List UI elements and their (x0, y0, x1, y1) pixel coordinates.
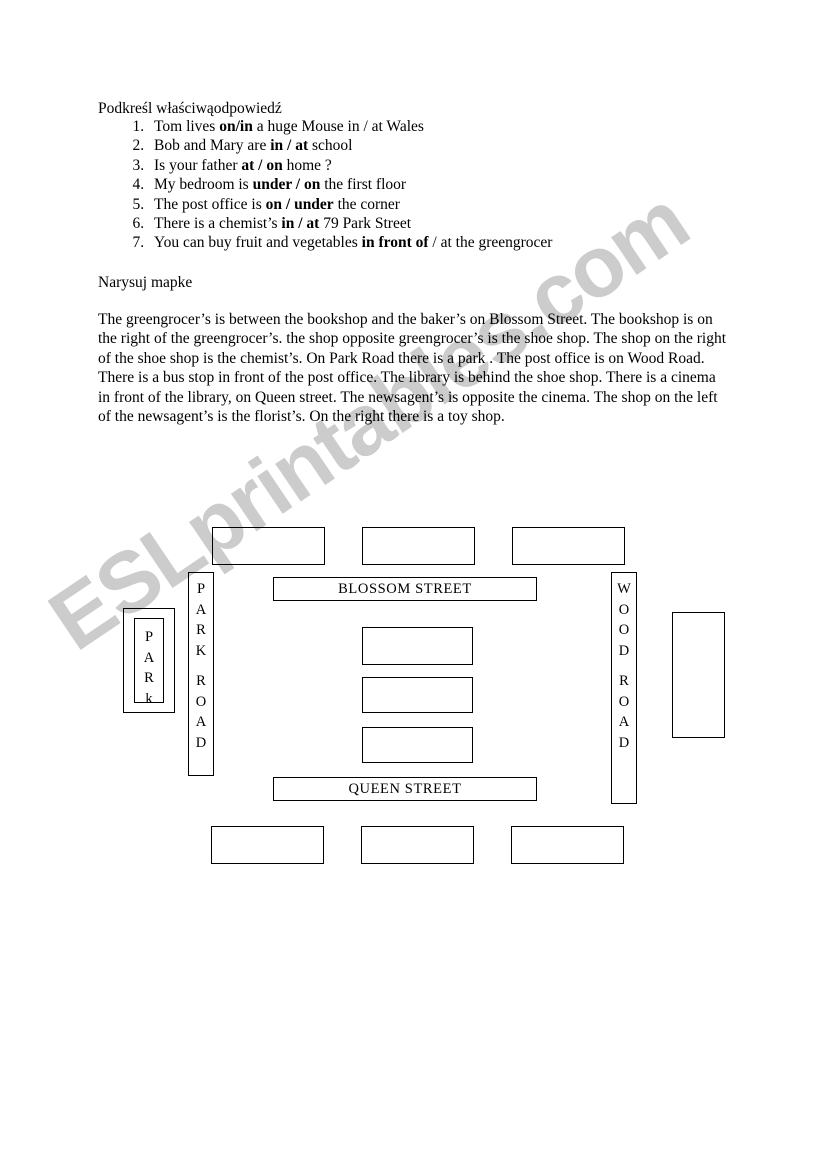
exercise-item-5: The post office is on / under the corner (148, 195, 552, 214)
exercise-text-before: There is a chemist’s (154, 215, 282, 233)
park-road-char: A (195, 714, 207, 731)
park-road-char: K (195, 642, 207, 659)
exercise-text-after: home ? (282, 156, 332, 174)
wood-road-char: O (618, 693, 630, 710)
exercise-choice-bold: in / at (270, 137, 309, 155)
wood-road-char: A (618, 714, 630, 731)
exercise-list: Tom lives on/in a huge Mouse in / at Wal… (118, 117, 552, 253)
exercise-text-before: Tom lives (154, 118, 220, 135)
exercise-text-after: a huge Mouse in / at Wales (252, 118, 424, 135)
map-blossom-street: BLOSSOM STREET (273, 577, 537, 601)
exercise-item-7: You can buy fruit and vegetables in fron… (148, 233, 552, 252)
exercise-text-after: / at the greengrocer (428, 234, 553, 252)
exercise-text-before: Bob and Mary are (154, 137, 271, 155)
wood-road-char: R (619, 673, 629, 690)
map-empty-box-middle-3[interactable] (362, 727, 473, 763)
exercise-choice-bold: in / at (281, 215, 320, 233)
exercise-text-before: Is your father (154, 156, 242, 174)
park-road-char: A (195, 601, 207, 618)
wood-road-char: O (618, 622, 630, 639)
park-label-char: k (145, 690, 153, 707)
exercise-item-3: Is your father at / on home ? (148, 156, 552, 175)
exercise-text-after: the first floor (320, 176, 407, 194)
map-description-paragraph: The greengrocer’s is between the booksho… (98, 311, 727, 426)
map-empty-box-middle-1[interactable] (362, 627, 473, 665)
exercise-text-after: school (308, 137, 353, 155)
map-empty-box-bottom-left[interactable] (211, 826, 324, 864)
map-park-road: P A R K R O A D (188, 572, 214, 776)
map-queen-street: QUEEN STREET (273, 777, 537, 801)
exercise-choice-bold: under / on (252, 176, 321, 194)
exercise-choice-bold: in front of (361, 234, 429, 252)
exercise-choice-bold: at / on (241, 156, 283, 174)
map-empty-box-top-left[interactable] (212, 527, 325, 565)
exercise-item-6: There is a chemist’s in / at 79 Park Str… (148, 214, 552, 233)
map-empty-box-top-right[interactable] (512, 527, 625, 565)
instruction-underline-correct-answer: Podkreśl właściwąodpowiedź (98, 100, 282, 117)
exercise-text-before: My bedroom is (154, 176, 253, 194)
park-road-char: P (196, 581, 206, 597)
exercise-text-before: The post office is (154, 195, 266, 213)
exercise-choice-bold: on / under (265, 195, 334, 213)
exercise-text-before: You can buy fruit and vegetables (154, 234, 362, 252)
park-road-char: R (196, 622, 206, 639)
wood-road-char: O (618, 601, 630, 618)
exercise-text-after: 79 Park Street (319, 215, 412, 233)
exercise-choice-bold: on/in (219, 118, 253, 135)
map-park-box[interactable]: P A R k (134, 618, 164, 707)
park-label-char: A (143, 649, 155, 666)
map-wood-road: W O O D R O A D (611, 572, 637, 804)
instruction-draw-map: Narysuj mapke (98, 274, 193, 291)
map-empty-box-top-center[interactable] (362, 527, 475, 565)
wood-road-char: D (618, 642, 630, 659)
wood-road-char: D (618, 735, 630, 752)
worksheet-page: ESLprintables.com Podkreśl właściwąodpow… (0, 0, 821, 1169)
park-road-char: R (196, 673, 206, 690)
park-label-char: P (144, 629, 154, 645)
park-road-char: O (195, 693, 207, 710)
park-road-char: D (195, 735, 207, 752)
exercise-item-4: My bedroom is under / on the first floor (148, 175, 552, 194)
map-empty-box-right[interactable] (672, 612, 725, 738)
exercise-item-2: Bob and Mary are in / at school (148, 136, 552, 155)
map-empty-box-bottom-center[interactable] (361, 826, 474, 864)
park-label-char: R (144, 670, 154, 687)
exercise-text-after: the corner (333, 195, 400, 213)
wood-road-char: W (617, 581, 631, 597)
map-empty-box-bottom-right[interactable] (511, 826, 624, 864)
map-empty-box-middle-2[interactable] (362, 677, 473, 713)
exercise-item-1: Tom lives on/in a huge Mouse in / at Wal… (148, 117, 552, 136)
